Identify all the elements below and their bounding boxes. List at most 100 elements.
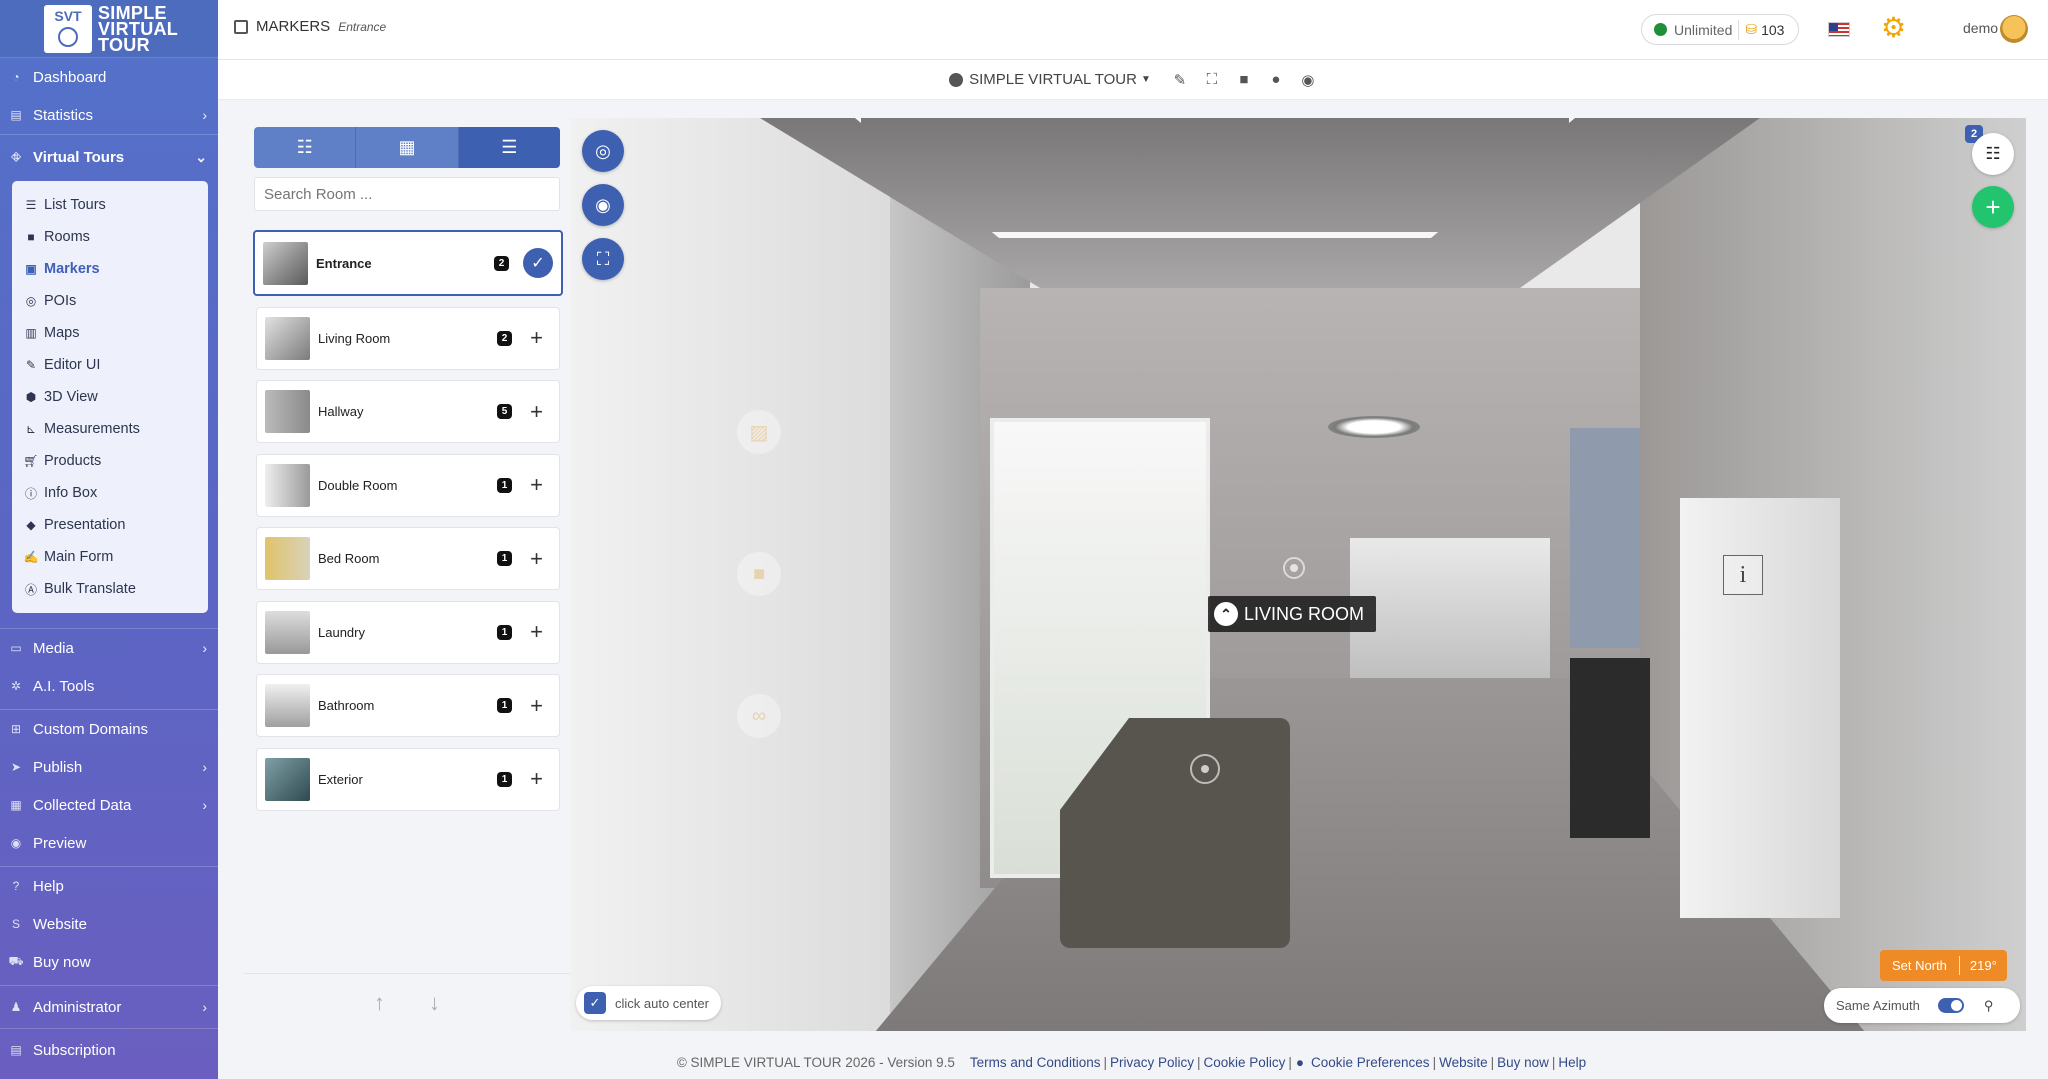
nav-publish[interactable]: ➤ Publish › (0, 748, 218, 786)
nav-preview[interactable]: ◉ Preview (0, 824, 218, 862)
room-item-laundry[interactable]: Laundry 1 + (256, 600, 560, 664)
cart-icon: 🛒︎ (23, 454, 39, 468)
auto-center-toggle[interactable]: ✓ click auto center (576, 986, 721, 1020)
search-room-input[interactable] (254, 177, 560, 211)
marker-label: LIVING ROOM (1244, 603, 1365, 624)
info-marker[interactable]: i (1723, 555, 1763, 595)
footer-link-terms[interactable]: Terms and Conditions (970, 1055, 1101, 1070)
tour-selector[interactable]: SIMPLE VIRTUAL TOUR ▼ (949, 71, 1151, 88)
room-item-hallway[interactable]: Hallway 5 + (256, 380, 560, 443)
nav-custom-domains[interactable]: ⊞ Custom Domains (0, 710, 218, 748)
room-item-bathroom[interactable]: Bathroom 1 + (256, 674, 560, 737)
nav-help[interactable]: ? Help (0, 867, 218, 905)
sub-products[interactable]: 🛒︎ Products (12, 445, 208, 477)
info-icon: ⓘ (24, 486, 37, 501)
marker-count-badge: 1 (497, 698, 512, 713)
footer-link-help[interactable]: Help (1558, 1055, 1586, 1070)
plus-icon[interactable]: + (530, 400, 543, 423)
sub-presentation[interactable]: ◆ Presentation (12, 509, 208, 541)
nav-statistics[interactable]: ▤ Statistics › (0, 96, 218, 134)
brand[interactable]: SVT SIMPLE VIRTUAL TOUR (0, 0, 218, 58)
hotspot-dot[interactable] (1283, 557, 1305, 579)
avatar[interactable] (2000, 15, 2028, 43)
plus-icon[interactable]: + (530, 547, 543, 570)
user-icon[interactable]: ● (1267, 71, 1285, 89)
rooms-icon[interactable]: ■ (1235, 71, 1253, 89)
fullscreen-button[interactable]: ⛶ (582, 238, 624, 280)
room-item-exterior[interactable]: Exterior 1 + (256, 747, 560, 811)
sub-markers[interactable]: ▣ Markers (12, 253, 208, 285)
footer-link-buy-now[interactable]: Buy now (1497, 1055, 1549, 1070)
chevron-right-icon: › (202, 999, 207, 1015)
panorama-viewer[interactable]: ◎ ◉ ⛶ ▨ ■ ∞ ⌃ LIVING ROOM i 2 ☷ + ✓ clic… (570, 118, 2026, 1031)
arrow-up-icon[interactable]: ↑ (374, 990, 385, 1016)
zoom-search-icon[interactable]: ⚲ (1984, 998, 1994, 1014)
sub-label: Rooms (44, 229, 90, 245)
sub-measurements[interactable]: ⊾ Measurements (12, 413, 208, 445)
page-subtitle: Entrance (338, 19, 387, 34)
sub-maps[interactable]: ▥ Maps (12, 317, 208, 349)
nav-media[interactable]: ▭ Media › (0, 629, 218, 667)
admin-icon: ♟ (10, 1000, 22, 1014)
marker-count-badge: 1 (497, 477, 512, 493)
room-item-entrance[interactable]: Entrance 2 ✓ (253, 230, 563, 296)
nav-dashboard[interactable]: ◔ Dashboard (0, 58, 218, 96)
username[interactable]: demo (1963, 20, 1998, 36)
plus-icon[interactable]: + (530, 694, 543, 717)
nav-buy-now[interactable]: ⛟ Buy now (0, 943, 218, 981)
plus-icon[interactable]: + (530, 474, 543, 496)
nav-administrator[interactable]: ♟ Administrator › (0, 986, 218, 1028)
nav-subscription[interactable]: ▤ Subscription (0, 1029, 218, 1071)
footer-link-website[interactable]: Website (1439, 1055, 1488, 1070)
plan-badge[interactable]: Unlimited ⛁ 103 (1641, 14, 1799, 45)
marker-count-badge: 2 (494, 255, 509, 271)
nav-ai-tools[interactable]: ✲ A.I. Tools (0, 667, 218, 705)
room-thumbnail (263, 241, 308, 285)
footer-link-privacy[interactable]: Privacy Policy (1110, 1055, 1194, 1070)
footer-link-cookie-preferences[interactable]: Cookie Preferences (1311, 1055, 1430, 1070)
check-icon[interactable]: ✓ (523, 248, 553, 278)
set-north-button[interactable]: Set North 219° (1880, 950, 2007, 981)
nav-website[interactable]: S Website (0, 905, 218, 943)
sub-bulk-translate[interactable]: Ⓐ Bulk Translate (12, 573, 208, 605)
us-flag-icon[interactable] (1828, 22, 1850, 37)
form-icon: ✍ (23, 550, 39, 564)
nav-preview-label: Preview (33, 834, 87, 852)
target-button[interactable]: ◎ (582, 130, 624, 172)
breadcrumb: MARKERS Entrance (234, 18, 386, 35)
eye-button[interactable]: ◉ (582, 184, 624, 226)
room-item-bed-room[interactable]: Bed Room 1 + (256, 527, 560, 590)
footer: © SIMPLE VIRTUAL TOUR 2026 - Version 9.5… (676, 1055, 1587, 1070)
nav-virtual-tours[interactable]: ⛗ Virtual Tours ⌄ (0, 135, 218, 179)
room-item-living-room[interactable]: Living Room 2 + (256, 306, 560, 370)
sub-list-tours[interactable]: ☰ List Tours (12, 189, 208, 221)
plus-icon[interactable]: + (530, 621, 543, 643)
room-marker[interactable]: ⌃ LIVING ROOM (1208, 596, 1377, 632)
sub-editor-ui[interactable]: ✎ Editor UI (12, 349, 208, 381)
sub-rooms[interactable]: ■ Rooms (12, 221, 208, 253)
add-marker-button[interactable]: + (1972, 186, 2014, 228)
plus-icon[interactable]: + (530, 768, 543, 790)
preview-eye-icon[interactable]: ◉ (1299, 71, 1317, 89)
sub-pois[interactable]: ◎ POIs (12, 285, 208, 317)
footer-link-cookie-policy[interactable]: Cookie Policy (1204, 1055, 1286, 1070)
hotspot-dot[interactable] (1190, 754, 1220, 784)
plus-icon[interactable]: + (530, 327, 543, 349)
sub-3d-view[interactable]: ⬢ 3D View (12, 381, 208, 413)
same-azimuth-toggle[interactable] (1937, 998, 1964, 1013)
grid-view-button[interactable]: ▦ (356, 127, 459, 168)
room-name: Living Room (318, 330, 391, 346)
view-toggle: ☷ ▦ ☰ (254, 127, 560, 168)
room-thumbnail (265, 463, 310, 507)
arrow-down-icon[interactable]: ↓ (429, 990, 440, 1016)
list-view-button[interactable]: ☷ (254, 127, 357, 168)
sub-info-box[interactable]: ⓘ Info Box (12, 477, 208, 509)
editor-ui-icon[interactable]: ⛶ (1203, 71, 1221, 89)
edit-icon[interactable]: ✎ (1171, 71, 1189, 89)
sub-main-form[interactable]: ✍ Main Form (12, 541, 208, 573)
room-item-double-room[interactable]: Double Room 1 + (256, 453, 560, 517)
markers-list-button[interactable]: ☷ (1972, 133, 2014, 175)
gear-icon[interactable]: ⚙ (1881, 12, 1906, 44)
nav-collected-data[interactable]: ▦ Collected Data › (0, 786, 218, 824)
compact-view-button[interactable]: ☰ (458, 127, 560, 168)
